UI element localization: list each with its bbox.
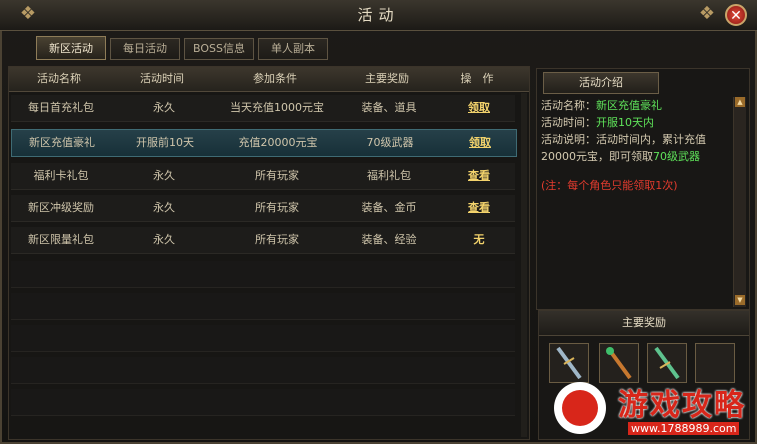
activity-time: 永久 [153, 101, 175, 114]
activity-time: 开服前10天 [136, 136, 194, 149]
activity-reward: 福利礼包 [367, 169, 411, 182]
table-row[interactable]: 新区冲级奖励 永久 所有玩家 装备、金币 查看 [11, 195, 515, 222]
activity-condition: 当天充值1000元宝 [230, 101, 324, 114]
watermark-logo-icon [554, 382, 606, 434]
time-label: 活动时间： [541, 116, 596, 129]
close-icon: ✕ [730, 8, 742, 24]
table-row[interactable]: 福利卡礼包 永久 所有玩家 福利礼包 查看 [11, 163, 515, 190]
scroll-down-icon[interactable]: ▼ [735, 295, 745, 305]
table-row[interactable]: 新区限量礼包 永久 所有玩家 装备、经验 无 [11, 227, 515, 254]
tab-daily[interactable]: 每日活动 [110, 38, 180, 60]
activity-condition: 充值20000元宝 [238, 136, 318, 149]
rewards-title: 主要奖励 [539, 311, 749, 336]
empty-row [11, 389, 515, 416]
header-time: 活动时间 [140, 72, 184, 85]
activity-reward: 装备、道具 [361, 101, 417, 114]
watermark-text: 游戏攻略 [618, 388, 746, 423]
claim-link[interactable]: 领取 [442, 130, 518, 156]
action-none: 无 [473, 233, 485, 246]
activity-time: 永久 [153, 169, 175, 182]
watermark-url: www.1788989.com [628, 422, 740, 435]
table-header: 活动名称 活动时间 参加条件 主要奖励 操 作 [9, 67, 529, 92]
activity-reward: 装备、金币 [361, 201, 417, 214]
table-scrollbar[interactable] [521, 93, 527, 437]
empty-row [11, 325, 515, 352]
desc-value: 70级武器 [653, 150, 700, 163]
scroll-up-icon[interactable]: ▲ [735, 97, 745, 107]
tab-new-server[interactable]: 新区活动 [36, 36, 106, 60]
header-name: 活动名称 [37, 72, 81, 85]
table-row[interactable]: 每日首充礼包 永久 当天充值1000元宝 装备、道具 领取 [11, 95, 515, 122]
activity-time: 永久 [153, 201, 175, 214]
activity-condition: 所有玩家 [255, 233, 299, 246]
activity-name: 新区限量礼包 [28, 233, 94, 246]
name-label: 活动名称： [541, 99, 596, 112]
claim-link[interactable]: 领取 [441, 95, 517, 121]
activity-condition: 所有玩家 [255, 201, 299, 214]
window-title: 活动 [357, 6, 400, 24]
close-button[interactable]: ✕ [725, 4, 747, 26]
header-action: 操 作 [460, 72, 494, 85]
intro-header: 活动介绍 [537, 69, 749, 95]
activity-time: 永久 [153, 233, 175, 246]
time-value: 开服10天内 [596, 116, 654, 129]
empty-row [11, 261, 515, 288]
activity-name: 新区充值豪礼 [29, 136, 95, 149]
activity-reward: 装备、经验 [361, 233, 417, 246]
view-link[interactable]: 查看 [441, 195, 517, 221]
header-reward: 主要奖励 [365, 72, 409, 85]
activity-condition: 所有玩家 [255, 169, 299, 182]
tab-boss-info[interactable]: BOSS信息 [184, 38, 254, 60]
view-link[interactable]: 查看 [441, 163, 517, 189]
name-value: 新区充值豪礼 [596, 99, 662, 112]
empty-row [11, 293, 515, 320]
activity-table: 活动名称 活动时间 参加条件 主要奖励 操 作 每日首充礼包 永久 当天充值10… [8, 66, 530, 440]
table-row-selected[interactable]: 新区充值豪礼 开服前10天 充值20000元宝 70级武器 领取 [11, 129, 517, 157]
intro-title: 活动介绍 [543, 72, 659, 94]
activity-reward: 70级武器 [366, 136, 414, 149]
activity-name: 每日首充礼包 [28, 101, 94, 114]
title-bar: ❖ ❖ 活动 [0, 0, 757, 31]
watermark: 游戏攻略 www.1788989.com [546, 376, 756, 442]
empty-row [11, 357, 515, 384]
intro-scrollbar[interactable]: ▲ ▼ [733, 97, 746, 307]
note-text: (注：每个角色只能领取1次) [541, 179, 678, 192]
header-condition: 参加条件 [253, 72, 297, 85]
activity-intro-panel: 活动介绍 活动名称：新区充值豪礼 活动时间：开服10天内 活动说明：活动时间内，… [536, 68, 750, 310]
tab-solo-dungeon[interactable]: 单人副本 [258, 38, 328, 60]
activity-name: 新区冲级奖励 [28, 201, 94, 214]
activity-name: 福利卡礼包 [33, 169, 89, 182]
intro-text: 活动名称：新区充值豪礼 活动时间：开服10天内 活动说明：活动时间内，累计充值2… [541, 97, 727, 303]
